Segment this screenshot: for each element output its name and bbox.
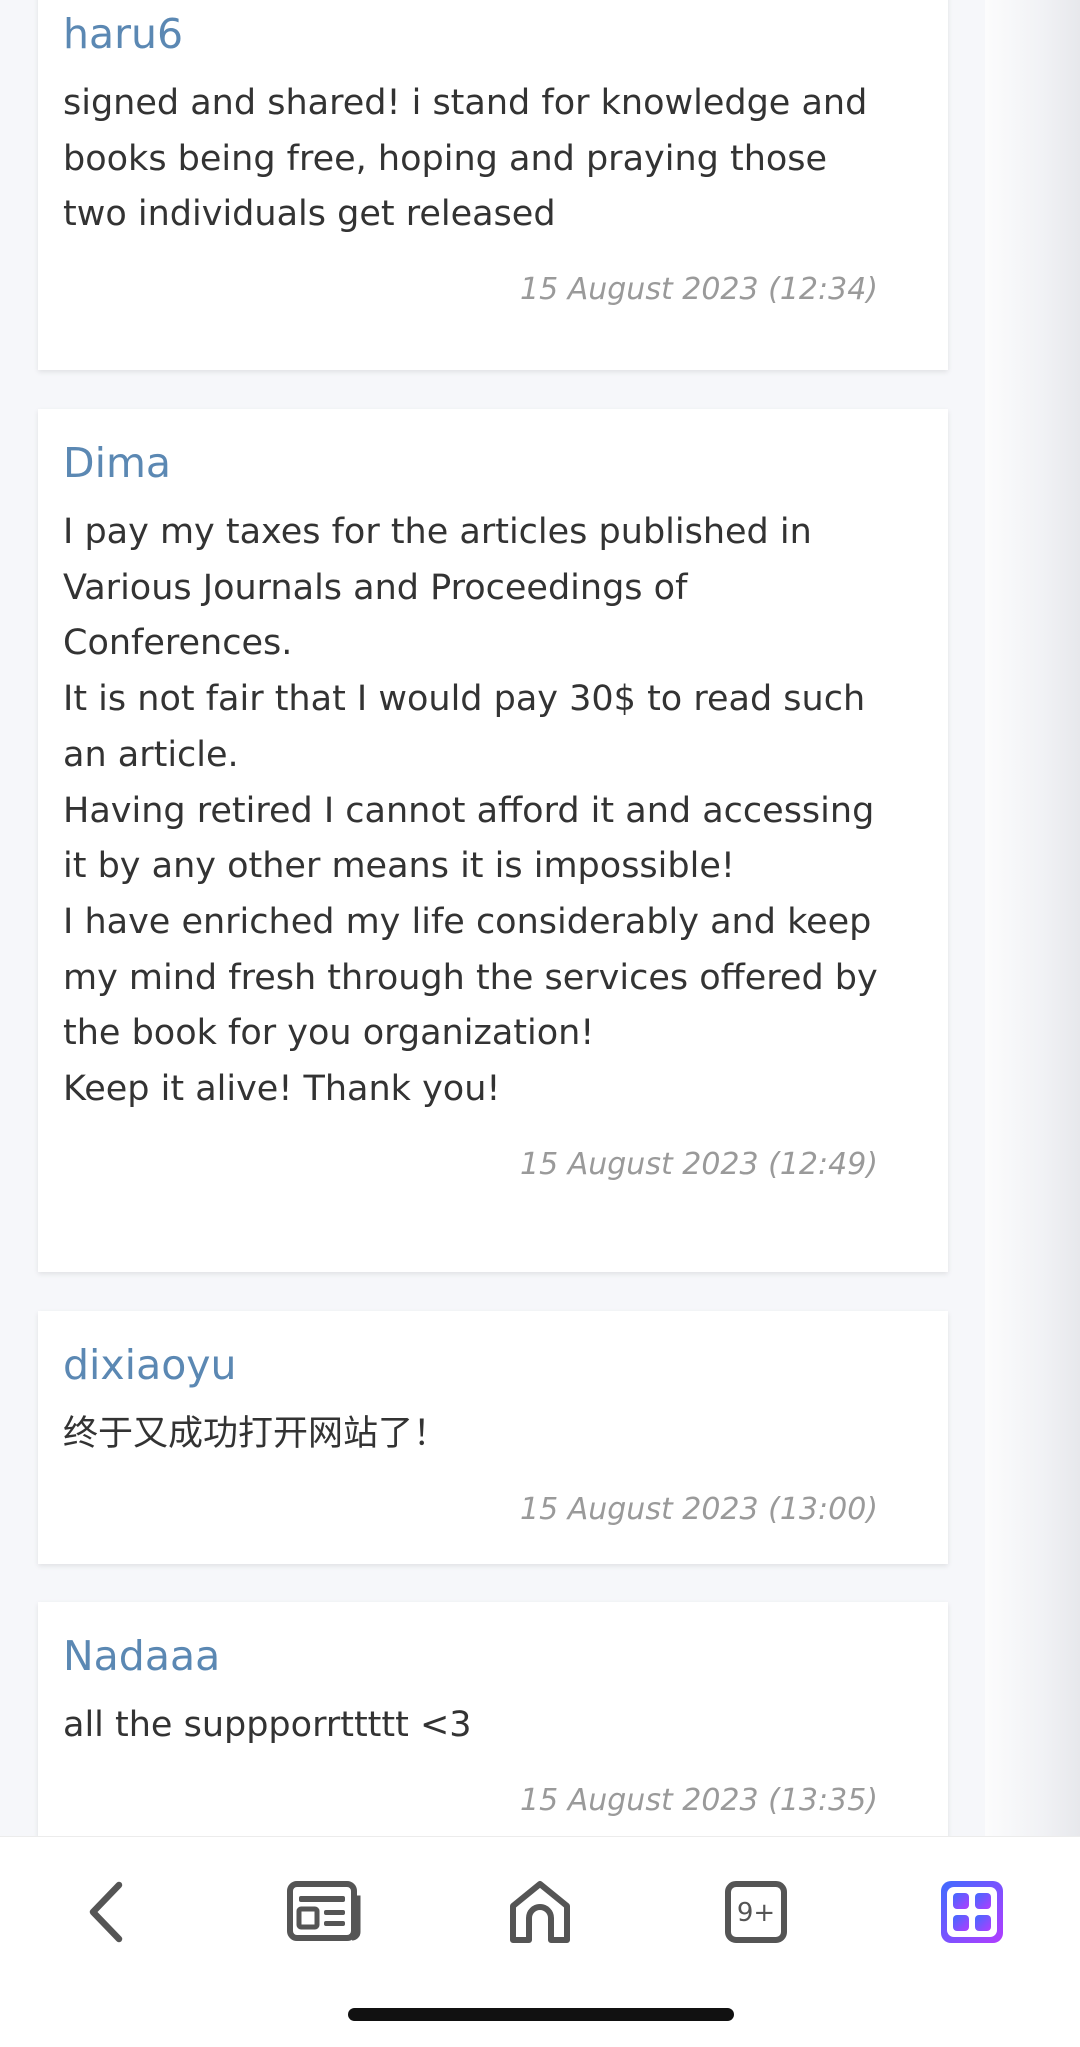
home-indicator[interactable] [348, 2008, 734, 2021]
comment-author[interactable]: Nadaaa [63, 1628, 878, 1684]
tabs-button[interactable]: 9+ [701, 1857, 811, 1967]
comment-card: haru6 signed and shared! i stand for kno… [38, 0, 948, 370]
comment-text: signed and shared! i stand for knowledge… [63, 83, 868, 235]
back-arrow-icon [89, 1881, 123, 1943]
comment-text: I pay my taxes for the articles publishe… [63, 512, 878, 1110]
comment-timestamp: 15 August 2023 (12:49) [520, 1146, 878, 1182]
back-button[interactable] [52, 1857, 162, 1967]
comment-timestamp: 15 August 2023 (12:34) [520, 272, 878, 308]
comment-card: Nadaaa all the suppporrttttt <3 15 Augus… [38, 1602, 948, 1836]
comment-timestamp: 15 August 2023 (13:35) [520, 1782, 878, 1818]
comment-text: all the suppporrttttt <3 [63, 1705, 472, 1745]
home-button[interactable] [485, 1857, 595, 1967]
comment-timestamp: 15 August 2023 (13:00) [520, 1491, 878, 1527]
tabs-count-badge: 9+ [736, 1898, 776, 1928]
comment-card: dixiaoyu 终于又成功打开网站了！ 15 August 2023 (13:… [38, 1311, 948, 1564]
comment-text: 终于又成功打开网站了！ [63, 1414, 449, 1454]
apps-button[interactable] [917, 1857, 1027, 1967]
news-button[interactable] [269, 1857, 379, 1967]
news-icon [287, 1881, 361, 1941]
comment-author[interactable]: haru6 [63, 6, 878, 62]
comment-author[interactable]: dixiaoyu [63, 1337, 878, 1393]
comment-author[interactable]: Dima [63, 435, 878, 491]
home-icon [510, 1881, 570, 1943]
apps-grid-icon [941, 1881, 1003, 1943]
comment-feed[interactable]: haru6 signed and shared! i stand for kno… [0, 0, 1080, 1836]
comment-card: Dima I pay my taxes for the articles pub… [38, 409, 948, 1272]
